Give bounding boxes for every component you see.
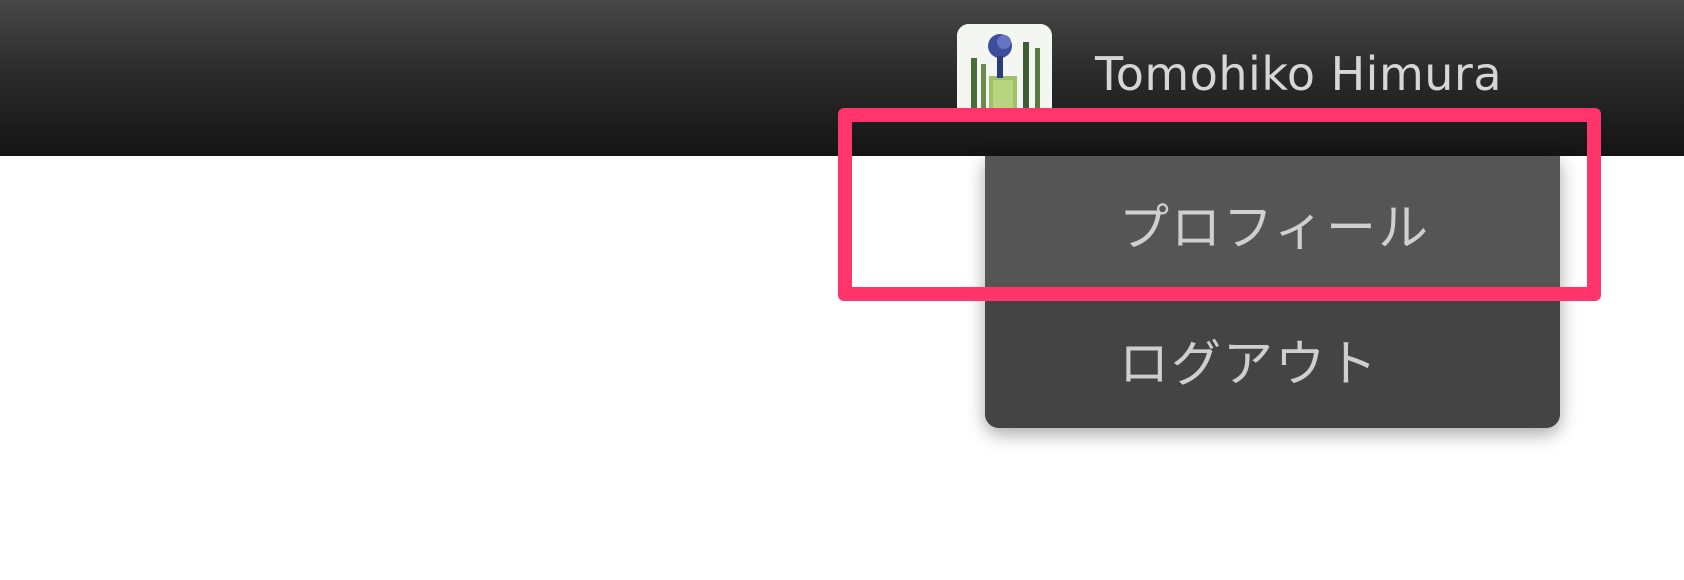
user-avatar[interactable] bbox=[957, 24, 1052, 119]
top-navigation-bar: Tomohiko Himura bbox=[0, 0, 1684, 156]
menu-item-logout[interactable]: ログアウト bbox=[985, 292, 1560, 428]
avatar-image-icon bbox=[957, 24, 1052, 119]
user-dropdown-menu: プロフィール ログアウト bbox=[985, 156, 1560, 428]
menu-item-profile[interactable]: プロフィール bbox=[985, 156, 1560, 292]
user-name-label[interactable]: Tomohiko Himura bbox=[1095, 44, 1502, 104]
